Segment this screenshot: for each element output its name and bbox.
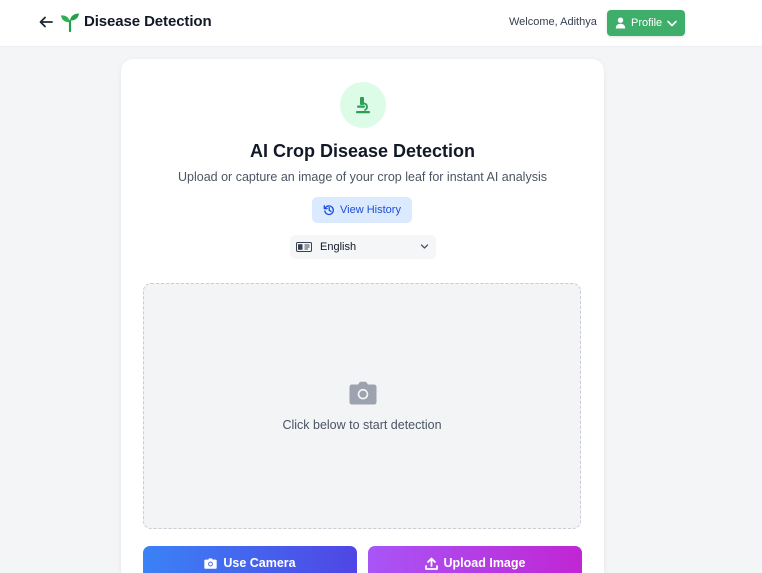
upload-icon	[424, 557, 438, 570]
sprout-icon	[61, 13, 79, 32]
chevron-down-icon	[420, 244, 429, 249]
hero-icon-badge	[340, 82, 386, 128]
view-history-button[interactable]: View History	[312, 197, 412, 223]
arrow-left-icon	[39, 16, 53, 28]
main-title: AI Crop Disease Detection	[249, 141, 476, 161]
main-subtitle: Upload or capture an image of your crop …	[178, 170, 547, 184]
welcome-text: Welcome, Adithya	[509, 16, 597, 28]
chevron-down-icon	[667, 20, 677, 26]
page-title: Disease Detection	[84, 13, 212, 30]
use-camera-button[interactable]: Use Camera	[143, 546, 357, 573]
camera-icon	[349, 381, 377, 405]
view-history-label: View History	[340, 204, 401, 216]
dropzone-text: Click below to start detection	[282, 418, 442, 432]
language-icon	[296, 242, 312, 252]
language-select[interactable]: English	[290, 235, 436, 259]
use-camera-label: Use Camera	[223, 556, 296, 570]
language-selected: English	[320, 241, 357, 253]
user-icon	[615, 17, 626, 29]
history-icon	[323, 205, 334, 216]
profile-button[interactable]: Profile	[607, 10, 685, 36]
upload-image-label: Upload Image	[443, 556, 526, 570]
profile-label: Profile	[631, 17, 663, 29]
detection-card: AI Crop Disease Detection Upload or capt…	[121, 59, 604, 573]
upload-image-button[interactable]: Upload Image	[368, 546, 582, 573]
image-dropzone[interactable]: Click below to start detection	[143, 283, 581, 529]
top-bar: Disease Detection Welcome, Adithya Profi…	[0, 0, 762, 47]
microscope-icon	[356, 97, 370, 114]
camera-icon	[204, 557, 218, 569]
back-button[interactable]	[37, 13, 55, 31]
